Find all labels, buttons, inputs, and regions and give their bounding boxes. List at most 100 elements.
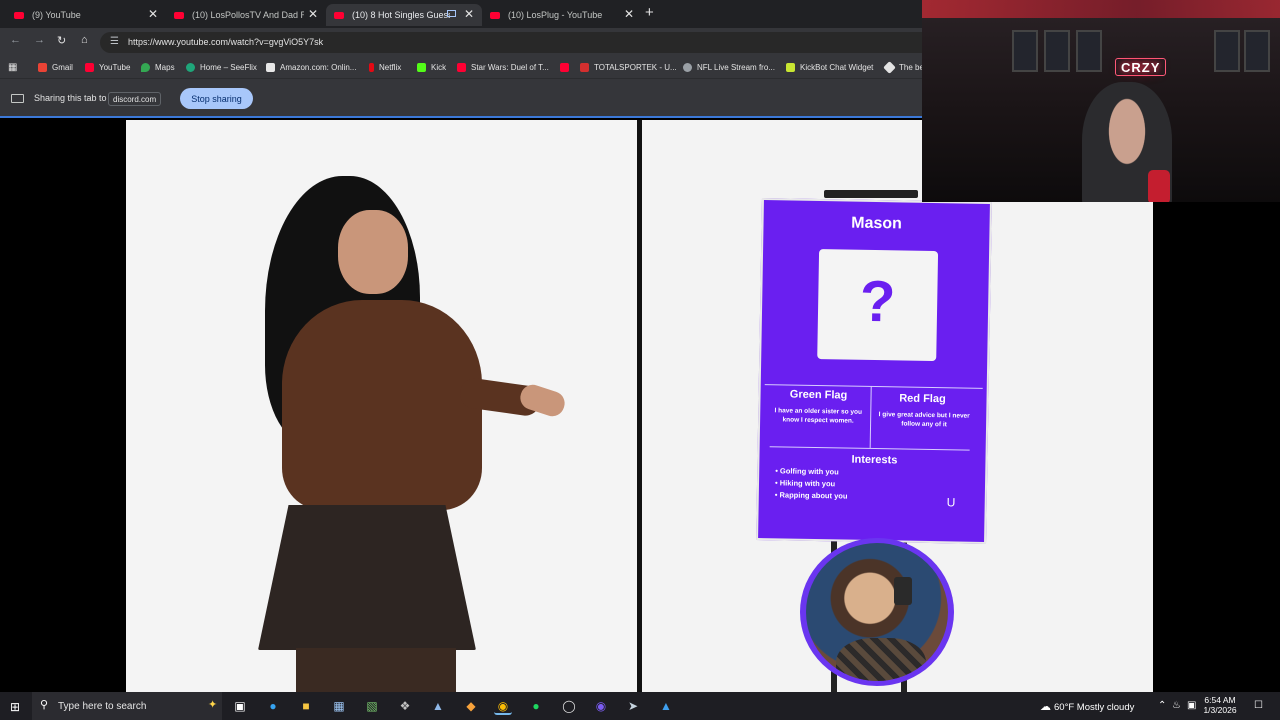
home-icon[interactable]: ⌂ bbox=[81, 34, 88, 46]
bookmark-kick[interactable]: Kick bbox=[417, 60, 446, 74]
new-tab-button[interactable]: + bbox=[645, 4, 654, 21]
red-flag-text: I give great advice but I never follow a… bbox=[878, 411, 970, 429]
youtube-icon bbox=[85, 62, 94, 72]
screen-share-icon bbox=[11, 94, 24, 103]
gmail-icon bbox=[38, 62, 47, 72]
app-icon[interactable]: ❖ bbox=[396, 697, 414, 715]
browser-tab-strip: (9) YouTube ✕ (10) LosPollosTV And Dad R… bbox=[0, 0, 922, 28]
totalsportek-icon bbox=[580, 62, 589, 72]
youtube-icon bbox=[457, 62, 466, 72]
address-url[interactable]: https://www.youtube.com/watch?v=gvgViO5Y… bbox=[128, 37, 323, 47]
show-logo-icon: U bbox=[946, 495, 956, 510]
app-icon[interactable]: ◯ bbox=[560, 697, 578, 715]
bookmark-maps[interactable]: Maps bbox=[141, 60, 175, 74]
bookmark-amazon[interactable]: Amazon.com: Onlin... bbox=[266, 60, 356, 74]
bookmark-nfl-stream[interactable]: NFL Live Stream fro... bbox=[683, 60, 775, 74]
netflix-icon bbox=[369, 62, 374, 72]
tab-active-hot-singles[interactable]: (10) 8 Hot Singles Guess W ✕ bbox=[326, 4, 482, 26]
kick-icon bbox=[417, 62, 426, 72]
wall-poster bbox=[1244, 30, 1270, 72]
bookmark-youtube[interactable]: YouTube bbox=[85, 60, 130, 74]
maps-pin-icon bbox=[141, 62, 150, 72]
bookmark-totalsportek[interactable]: TOTALSPORTEK - U... bbox=[580, 60, 677, 74]
brave-icon[interactable]: ◆ bbox=[462, 697, 480, 715]
contestant-skirt bbox=[258, 505, 476, 650]
wall-poster bbox=[1012, 30, 1038, 72]
search-icon: ⚲ bbox=[40, 699, 49, 711]
task-view-icon[interactable]: ▣ bbox=[231, 697, 249, 715]
app-icon[interactable]: ▲ bbox=[429, 697, 447, 715]
tab-close-icon[interactable]: ✕ bbox=[624, 7, 634, 21]
avatar-shirt bbox=[836, 638, 926, 681]
youtube-icon bbox=[560, 62, 569, 72]
diamond-icon bbox=[883, 60, 896, 74]
tab-close-icon[interactable]: ✕ bbox=[308, 7, 318, 21]
discord-icon[interactable]: ◉ bbox=[592, 697, 610, 715]
back-arrow-icon[interactable]: ← bbox=[10, 34, 21, 46]
green-flag-title: Green Flag bbox=[789, 388, 848, 402]
apps-grid-icon[interactable]: ▦ bbox=[8, 60, 17, 74]
profile-card: Mason ? Green Flag I have an older siste… bbox=[756, 198, 992, 544]
screen: (9) YouTube ✕ (10) LosPollosTV And Dad R… bbox=[0, 0, 1280, 720]
led-light-strip bbox=[922, 0, 1280, 18]
bookmark-seeflix[interactable]: Home – SeeFlix bbox=[186, 60, 257, 74]
webcam-overlay: CRZY bbox=[922, 0, 1280, 202]
search-placeholder: Type here to search bbox=[58, 701, 147, 712]
chrome-icon[interactable]: ◉ bbox=[494, 697, 512, 715]
bookmark-netflix[interactable]: Netflix bbox=[369, 60, 401, 74]
tab-close-icon[interactable]: ✕ bbox=[464, 7, 474, 21]
tab-lospollostv[interactable]: (10) LosPollosTV And Dad Reac ✕ bbox=[166, 4, 326, 26]
windows-taskbar: ⊞ ⚲ Type here to search ✦ ▣ ● ■ ▦ ▧ ❖ ▲ … bbox=[0, 692, 1280, 720]
bookmark-gmail[interactable]: Gmail bbox=[38, 60, 73, 74]
steam-icon[interactable]: ➤ bbox=[624, 697, 642, 715]
list-item: Rapping about you bbox=[775, 489, 848, 502]
phone-icon bbox=[894, 577, 912, 605]
tab-close-icon[interactable]: ✕ bbox=[148, 7, 158, 21]
red-flag-title: Red Flag bbox=[899, 392, 946, 406]
bookmark-kickbot[interactable]: KickBot Chat Widget bbox=[786, 60, 873, 74]
app-icon[interactable]: ▦ bbox=[330, 697, 348, 715]
spotify-icon[interactable]: ● bbox=[527, 697, 545, 715]
tab-title: (10) LosPlug - YouTube bbox=[508, 10, 603, 20]
taskbar-clock[interactable]: 6:54 AM 1/3/2026 bbox=[1200, 695, 1240, 715]
weather-widget[interactable]: ☁ 60°F Mostly cloudy bbox=[1040, 700, 1134, 713]
reload-icon[interactable]: ↻ bbox=[57, 34, 66, 47]
chevron-up-icon[interactable]: ⌃ bbox=[1158, 700, 1166, 711]
tab-youtube-home[interactable]: (9) YouTube ✕ bbox=[6, 4, 166, 26]
file-explorer-icon[interactable]: ■ bbox=[297, 697, 315, 715]
profile-name: Mason bbox=[851, 214, 903, 233]
green-flag-text: I have an older sister so you know I res… bbox=[774, 407, 863, 425]
tab-title: (10) LosPollosTV And Dad Reac bbox=[192, 10, 304, 20]
address-bar[interactable]: ☰ https://www.youtube.com/watch?v=gvgViO… bbox=[100, 32, 922, 53]
easel-top bbox=[824, 190, 918, 198]
contestant-sweater bbox=[282, 300, 482, 510]
bookmarks-bar: ▦ Gmail YouTube Maps Home – SeeFlix Amaz… bbox=[0, 56, 922, 78]
taskbar-search[interactable]: ⚲ Type here to search ✦ bbox=[32, 692, 222, 720]
notification-icon[interactable]: ☐ bbox=[1254, 700, 1263, 711]
network-icon[interactable]: ▣ bbox=[1187, 700, 1196, 711]
contestant-face bbox=[338, 210, 408, 294]
tab-losplug[interactable]: (10) LosPlug - YouTube ✕ bbox=[482, 4, 642, 26]
app-icon[interactable]: ▲ bbox=[657, 697, 675, 715]
tab-casting-icon bbox=[447, 10, 456, 17]
wall-poster bbox=[1214, 30, 1240, 72]
clock-date: 1/3/2026 bbox=[1203, 705, 1237, 715]
edge-icon[interactable]: ● bbox=[264, 697, 282, 715]
stop-sharing-button[interactable]: Stop sharing bbox=[180, 88, 253, 109]
calculator-icon[interactable]: ▧ bbox=[363, 697, 381, 715]
neon-sign: CRZY bbox=[1115, 58, 1167, 76]
bookmark-youtube-2[interactable] bbox=[560, 60, 574, 74]
cloud-icon: ☁ bbox=[1040, 701, 1051, 713]
wall-poster bbox=[1044, 30, 1070, 72]
video-letterbox bbox=[1153, 120, 1280, 692]
interests-title: Interests bbox=[851, 453, 898, 467]
tab-title: (9) YouTube bbox=[32, 10, 81, 20]
tab-title: (10) 8 Hot Singles Guess W bbox=[352, 10, 450, 20]
site-settings-icon[interactable]: ☰ bbox=[110, 36, 119, 47]
forward-arrow-icon[interactable]: → bbox=[34, 34, 45, 46]
volume-icon[interactable]: ♨ bbox=[1172, 700, 1181, 711]
windows-start-icon[interactable]: ⊞ bbox=[10, 700, 20, 714]
video-player[interactable] bbox=[0, 116, 1280, 692]
bookmark-the-be[interactable]: The be bbox=[883, 60, 922, 74]
bookmark-star-wars[interactable]: Star Wars: Duel of T... bbox=[457, 60, 549, 74]
